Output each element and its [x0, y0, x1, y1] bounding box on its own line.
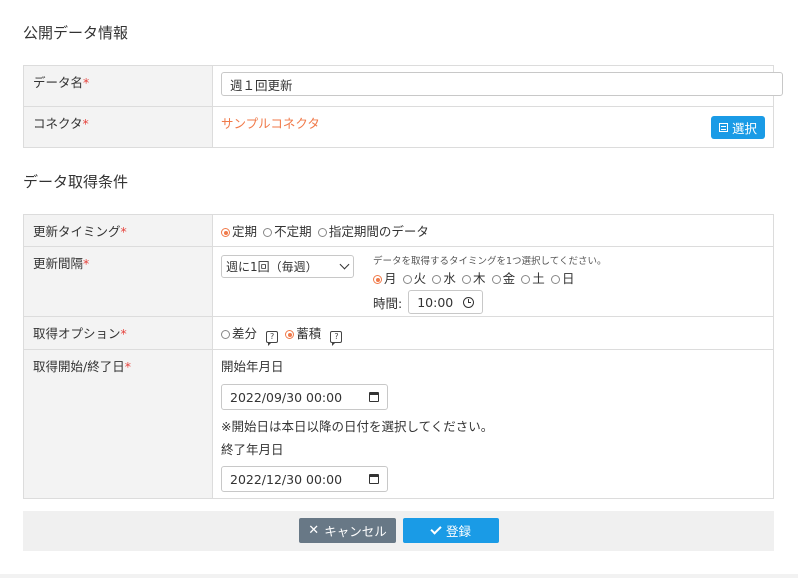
- required-mark: *: [124, 359, 131, 374]
- acquisition-form: 更新タイミング* 定期 不定期 指定期間のデータ 更新間隔* 週に1回（毎週） …: [23, 214, 774, 499]
- calendar-icon[interactable]: [369, 392, 379, 402]
- required-mark: *: [120, 224, 127, 239]
- option-diff[interactable]: 差分: [221, 326, 257, 341]
- required-mark: *: [83, 256, 90, 271]
- timing-option-irregular[interactable]: 不定期: [263, 224, 312, 239]
- radio-icon: [317, 228, 327, 237]
- time-label: 時間:: [373, 295, 403, 311]
- footer-bar: ✕ キャンセル 登録: [23, 511, 774, 551]
- radio-icon: [521, 275, 531, 284]
- connector-value[interactable]: サンプルコネクタ: [221, 116, 320, 131]
- day-option-fri[interactable]: 金: [491, 271, 515, 286]
- connector-select-label: 選択: [731, 121, 757, 136]
- radio-icon: [491, 275, 501, 284]
- radio-icon: [263, 228, 273, 237]
- end-date-input[interactable]: 2022/12/30 00:00: [221, 466, 388, 492]
- help-icon[interactable]: ?: [330, 331, 343, 346]
- close-icon: ✕: [308, 523, 320, 538]
- connector-label: コネクタ*: [23, 106, 213, 148]
- calendar-icon[interactable]: [369, 474, 379, 484]
- interval-hint: データを取得するタイミングを1つ選択してください。: [373, 256, 607, 267]
- interval-select[interactable]: 週に1回（毎週）: [221, 255, 354, 278]
- update-interval-label: 更新間隔*: [23, 246, 213, 317]
- update-timing-label: 更新タイミング*: [23, 214, 213, 247]
- radio-icon: [461, 275, 471, 284]
- start-date-note: ※開始日は本日以降の日付を選択してください。: [221, 419, 494, 434]
- day-option-tue[interactable]: 火: [402, 271, 426, 286]
- day-option-mon[interactable]: 月: [373, 271, 397, 286]
- radio-icon: [221, 330, 230, 339]
- radio-icon: [285, 330, 295, 339]
- day-option-sat[interactable]: 土: [521, 271, 545, 286]
- time-input[interactable]: 10:00: [408, 290, 484, 314]
- day-option-thu[interactable]: 木: [461, 271, 485, 286]
- list-icon: [718, 123, 728, 132]
- radio-icon: [402, 275, 412, 284]
- help-icon[interactable]: ?: [266, 331, 279, 346]
- section-title-public-data: 公開データ情報: [23, 24, 129, 42]
- timing-option-period[interactable]: 指定期間のデータ: [317, 224, 429, 239]
- data-name-label: データ名*: [23, 65, 213, 107]
- radio-icon: [550, 275, 560, 284]
- acquisition-option-label: 取得オプション*: [23, 316, 213, 350]
- radio-icon: [221, 228, 230, 237]
- required-mark: *: [120, 326, 127, 341]
- section-title-acquisition: データ取得条件: [23, 173, 129, 191]
- timing-option-regular[interactable]: 定期: [221, 224, 257, 239]
- public-data-form: データ名* コネクタ* サンプルコネクタ 選択: [23, 65, 783, 148]
- radio-icon: [432, 275, 442, 284]
- day-option-sun[interactable]: 日: [550, 271, 574, 286]
- radio-icon: [373, 275, 382, 284]
- register-button[interactable]: 登録: [403, 518, 499, 543]
- connector-select-button[interactable]: 選択: [710, 116, 765, 139]
- start-date-label: 開始年月日: [221, 359, 284, 374]
- required-mark: *: [82, 116, 89, 131]
- check-icon: [430, 523, 442, 535]
- start-date-input[interactable]: 2022/09/30 00:00: [221, 384, 388, 410]
- end-date-label: 終了年月日: [221, 442, 284, 457]
- required-mark: *: [83, 75, 90, 90]
- option-accumulate[interactable]: 蓄積: [285, 326, 321, 341]
- data-name-input[interactable]: [221, 72, 783, 96]
- cancel-button[interactable]: ✕ キャンセル: [299, 518, 396, 543]
- period-label: 取得開始/終了日*: [23, 349, 213, 499]
- bottom-divider: [0, 574, 798, 578]
- day-options: 月 火 水 木 金 土 日: [373, 268, 606, 287]
- clock-icon[interactable]: [463, 296, 475, 308]
- day-option-wed[interactable]: 水: [432, 271, 456, 286]
